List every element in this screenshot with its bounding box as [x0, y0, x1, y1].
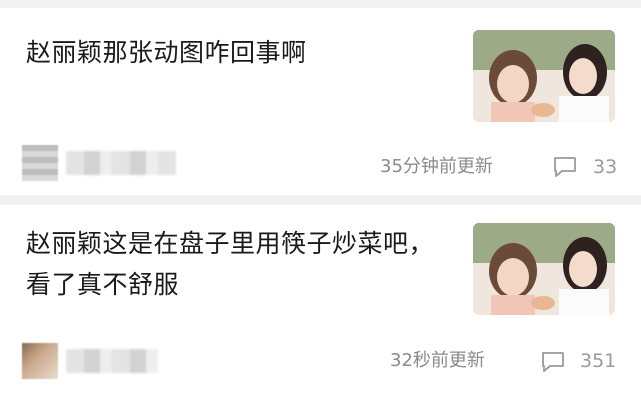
video-thumbnail-icon [473, 30, 615, 122]
update-time: 32秒前更新 [390, 350, 485, 371]
post-title[interactable]: 赵丽颖那张动图咋回事啊 [26, 32, 446, 73]
post-thumbnail[interactable] [473, 30, 615, 122]
comment-count[interactable]: 351 [580, 349, 616, 373]
post-title[interactable]: 赵丽颖这是在盘子里用筷子炒菜吧，看了真不舒服 [26, 223, 451, 305]
author-name-blurred[interactable] [66, 349, 158, 373]
comment-icon[interactable] [540, 351, 566, 373]
video-thumbnail-icon [473, 223, 615, 315]
comment-count[interactable]: 33 [593, 155, 617, 179]
top-divider [0, 0, 641, 8]
post-divider [0, 195, 641, 205]
author-name-blurred[interactable] [66, 151, 176, 175]
avatar[interactable] [22, 145, 58, 181]
post-thumbnail[interactable] [473, 223, 615, 315]
feed-post[interactable]: 赵丽颖这是在盘子里用筷子炒菜吧，看了真不舒服 32秒前更新 351 [0, 205, 641, 402]
update-time: 35分钟前更新 [380, 156, 493, 177]
avatar[interactable] [22, 343, 58, 379]
comment-icon[interactable] [552, 156, 578, 178]
feed-post[interactable]: 赵丽颖那张动图咋回事啊 35分钟前更新 33 [0, 8, 641, 195]
